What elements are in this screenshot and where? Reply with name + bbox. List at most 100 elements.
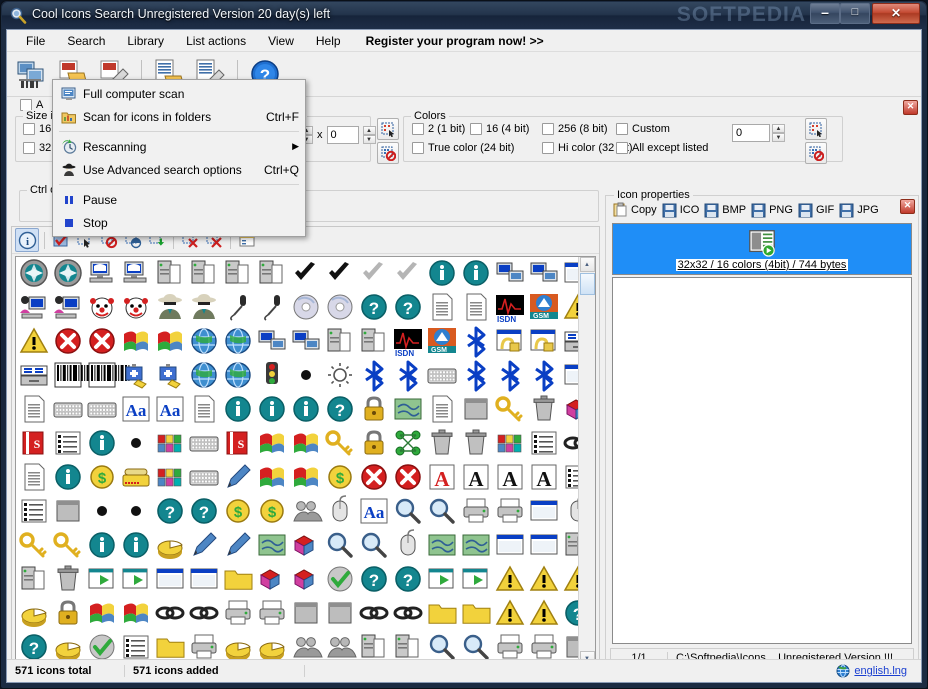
icon-cell[interactable] [327,294,353,320]
icon-cell[interactable] [87,402,117,418]
icon-cell[interactable] [361,532,387,558]
icon-cell[interactable] [225,328,251,354]
icon-cell[interactable] [397,262,417,280]
icon-cell[interactable]: $ [226,499,250,523]
icon-cell[interactable] [293,569,315,590]
icon-cell[interactable] [293,294,319,320]
icon-cell[interactable] [20,365,48,386]
icon-cell[interactable] [55,328,81,354]
icon-cell[interactable] [157,540,183,559]
icon-cell[interactable] [155,606,185,620]
menu-item-full-computer-scan[interactable]: Full computer scan [53,82,305,105]
icon-cell[interactable] [89,634,115,660]
icon-cell[interactable] [131,438,141,448]
icon-cell[interactable] [194,395,215,423]
icon-cell[interactable] [227,532,251,556]
icon-cell[interactable] [294,602,318,624]
icon-cell[interactable] [158,331,182,352]
icon-cell[interactable] [301,370,311,380]
icon-cell[interactable] [90,603,114,624]
icon-cell[interactable] [292,330,320,350]
icon-cell[interactable] [563,565,578,591]
icon-cell[interactable] [88,362,130,388]
icon-cell[interactable] [564,331,578,352]
icon-cell[interactable] [159,364,181,389]
icon-cell[interactable] [259,600,285,625]
icon-cell[interactable] [230,295,246,321]
icon-cell[interactable] [565,465,578,489]
icon-cell[interactable] [530,500,558,521]
colors-custom-input[interactable]: 0 [732,124,770,142]
size-add-button[interactable] [377,118,399,140]
icon-cell[interactable] [225,396,251,422]
icon-cell[interactable] [53,532,81,558]
icon-cell[interactable] [24,395,45,423]
icon-cell[interactable] [364,430,384,455]
size-16-checkbox[interactable]: 16 [23,123,51,135]
icon-cell[interactable] [189,606,219,620]
icon-cell[interactable] [463,260,489,286]
icon-cell[interactable] [497,434,522,453]
icon-cell[interactable] [495,599,525,625]
icon-cell[interactable] [495,396,523,422]
icon-cell[interactable] [428,604,457,624]
icon-cell[interactable] [535,360,554,392]
icon-cell[interactable] [21,608,47,627]
icon-cell[interactable] [191,362,217,388]
icon-cell[interactable] [20,296,46,319]
minimize-button[interactable]: – [810,3,840,24]
icon-cell[interactable] [54,296,80,319]
icon-cell[interactable]: ? [395,566,421,592]
scroll-thumb[interactable] [579,273,595,295]
icon-cell[interactable] [395,498,421,524]
icon-cell[interactable]: GSM [428,328,456,354]
icon-cell[interactable] [394,398,422,420]
icon-cell[interactable] [395,464,421,490]
icon-cell[interactable] [327,328,351,352]
menu-library[interactable]: Library [116,31,175,51]
save-png-button[interactable]: PNG [751,203,793,218]
icon-cell[interactable] [395,634,419,658]
icon-properties-close-button[interactable]: ✕ [900,199,915,214]
icon-cell[interactable] [497,498,523,523]
scroll-up-button[interactable]: ▲ [579,257,595,272]
icon-cell[interactable] [191,328,217,354]
icon-cell[interactable]: ? [191,498,217,524]
icon-cell[interactable] [89,261,113,283]
icon-cell[interactable] [529,565,559,591]
icon-cell[interactable] [530,262,558,282]
icon-cell[interactable] [293,501,323,522]
icon-cell[interactable]: ? [157,498,183,524]
icon-cell[interactable] [157,260,181,284]
size-32-checkbox[interactable]: 32 [23,142,51,154]
icon-cell[interactable] [327,637,357,658]
icon-cell[interactable] [259,260,283,284]
icon-cell[interactable] [363,262,383,280]
save-gif-button[interactable]: GIF [798,203,834,218]
icon-cell[interactable] [328,602,352,624]
color-2bit-checkbox[interactable]: 2 (1 bit) [412,123,465,135]
language-link[interactable]: english.lng [854,665,907,677]
icon-cell[interactable]: A [497,464,523,491]
icon-cell[interactable] [58,600,78,625]
icon-cell[interactable] [464,398,488,420]
icon-cell[interactable]: A [429,464,455,491]
icon-cell[interactable] [225,362,251,388]
icon-cell[interactable]: $ [328,465,352,489]
icon-cell[interactable] [260,433,284,454]
icon-cell[interactable] [258,330,286,350]
icon-cell[interactable] [395,430,421,456]
colors-spin-up[interactable]: ▲ [772,124,785,133]
menu-item-stop[interactable]: Stop [53,211,305,234]
icon-cell[interactable]: ? [361,294,387,320]
icon-cell[interactable] [467,326,486,358]
icon-cell[interactable] [55,431,81,455]
info-button[interactable]: i [15,228,39,252]
icon-cell[interactable] [529,599,559,625]
icon-cell[interactable] [432,395,453,423]
icon-cell[interactable] [565,532,578,556]
copy-button[interactable]: Copy [612,202,657,218]
icon-cell[interactable] [496,534,524,555]
icon-cell[interactable] [497,634,523,659]
colors-spin-down[interactable]: ▼ [772,133,785,142]
